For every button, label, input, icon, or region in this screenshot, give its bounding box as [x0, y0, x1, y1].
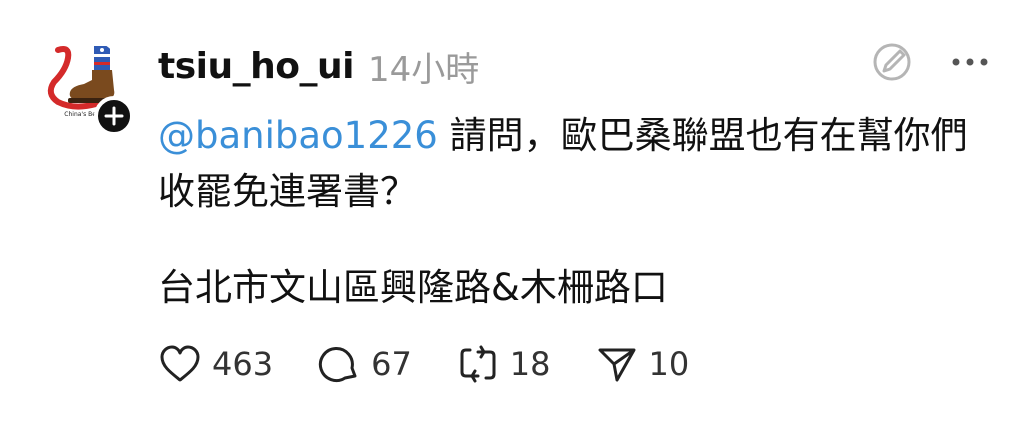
mention-link[interactable]: @banibao1226 — [158, 114, 438, 157]
content-line-1: @banibao1226 請問，歐巴桑聯盟也有在幫你們 — [158, 108, 988, 164]
post-content: @banibao1226 請問，歐巴桑聯盟也有在幫你們 收罷免連署書？ 台北市文… — [158, 108, 988, 316]
timestamp: 14小時 — [367, 49, 480, 90]
follow-button[interactable] — [94, 96, 134, 136]
thread-post: China's Bed tsiu_ho_ui 14小時 @banibao1226… — [0, 0, 1024, 425]
share-count: 10 — [648, 345, 690, 383]
post-actions: 463 67 18 10 — [158, 336, 733, 392]
header-actions — [870, 40, 992, 84]
heart-icon — [160, 345, 200, 382]
plus-icon — [104, 106, 124, 126]
content-line-2: 收罷免連署書？ — [158, 170, 417, 213]
more-icon[interactable] — [948, 40, 992, 84]
like-button[interactable]: 463 — [158, 342, 273, 386]
content-text-1: 請問，歐巴桑聯盟也有在幫你們 — [437, 114, 968, 157]
like-count: 463 — [212, 345, 274, 383]
content-line-3: 台北市文山區興隆路&木柵路口 — [158, 266, 668, 309]
comment-button[interactable]: 67 — [317, 342, 412, 386]
repost-icon — [460, 345, 496, 383]
repost-button[interactable]: 18 — [456, 342, 551, 386]
post-header: tsiu_ho_ui 14小時 — [158, 38, 479, 94]
send-icon — [598, 348, 636, 382]
repost-count: 18 — [509, 345, 551, 383]
comment-icon — [319, 347, 357, 383]
edit-icon[interactable] — [870, 40, 914, 84]
share-button[interactable]: 10 — [595, 342, 690, 386]
comment-count: 67 — [371, 345, 412, 383]
avatar-container: China's Bed — [40, 38, 134, 136]
username[interactable]: tsiu_ho_ui — [158, 46, 354, 87]
